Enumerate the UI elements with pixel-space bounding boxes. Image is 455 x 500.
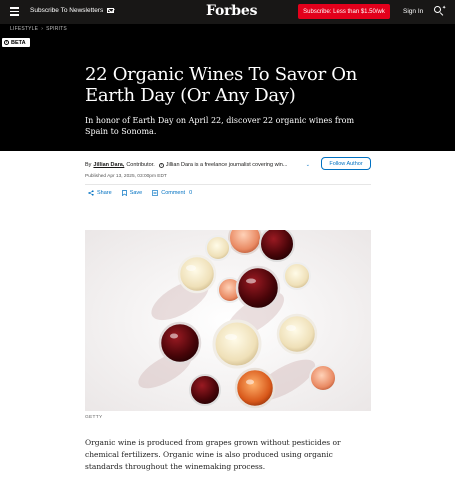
article-dek: In honor of Earth Day on April 22, disco… [85, 116, 355, 136]
article-actions: Share Save Comment 0 [88, 190, 192, 196]
beta-badge[interactable]: i BETA [2, 38, 30, 47]
follow-author-button[interactable]: Follow Author [321, 157, 371, 170]
comment-label: Comment [161, 190, 186, 196]
save-button[interactable]: Save [121, 190, 143, 196]
subscribe-newsletters-label: Subscribe To Newsletters [30, 7, 104, 14]
author-bio: Jillian Dara is a freelance journalist c… [165, 162, 288, 168]
divider [85, 184, 371, 185]
author-link[interactable]: Jillian Dara, [93, 162, 124, 168]
sign-in-link[interactable]: Sign In [403, 8, 423, 15]
image-credit: GETTY [85, 415, 103, 420]
article-headline: 22 Organic Wines To Savor On Earth Day (… [85, 64, 358, 106]
info-icon: i [158, 162, 164, 168]
article-header: LIFESTYLE › SPIRITS i BETA 22 Organic Wi… [0, 24, 455, 151]
breadcrumb: LIFESTYLE › SPIRITS [10, 26, 67, 32]
beta-label: BETA [11, 39, 26, 46]
chevron-down-icon[interactable]: ⌄ [306, 162, 310, 168]
subscribe-newsletters-link[interactable]: Subscribe To Newsletters [30, 7, 115, 14]
subscribe-button[interactable]: Subscribe: Less than $1.50/wk [298, 4, 390, 19]
wine-glasses-photo [85, 230, 371, 411]
share-label: Share [97, 190, 112, 196]
top-navigation-bar: Subscribe To Newsletters Forbes Subscrib… [0, 0, 455, 24]
share-icon [88, 190, 94, 196]
search-icon[interactable]: ✦ [434, 5, 446, 16]
comment-button[interactable]: Comment 0 [152, 190, 192, 196]
breadcrumb-spirits[interactable]: SPIRITS [46, 26, 67, 32]
breadcrumb-lifestyle[interactable]: LIFESTYLE [10, 26, 38, 32]
article-image[interactable] [85, 230, 371, 411]
author-role: Contributor. [126, 162, 155, 168]
forbes-logo[interactable]: Forbes [206, 3, 257, 19]
mail-icon [107, 8, 115, 13]
save-label: Save [129, 190, 143, 196]
article-paragraph: Organic wine is produced from grapes gro… [85, 438, 341, 471]
beta-info-icon: i [4, 40, 9, 45]
byline-by: By [85, 162, 92, 168]
share-button[interactable]: Share [88, 190, 112, 196]
comment-icon [152, 190, 159, 196]
comment-count: 0 [189, 190, 193, 196]
bookmark-icon [121, 190, 127, 196]
breadcrumb-separator-icon: › [41, 26, 44, 32]
menu-icon[interactable] [10, 7, 19, 16]
published-date: Published Apr 13, 2025, 03:00pm EDT [85, 174, 167, 179]
